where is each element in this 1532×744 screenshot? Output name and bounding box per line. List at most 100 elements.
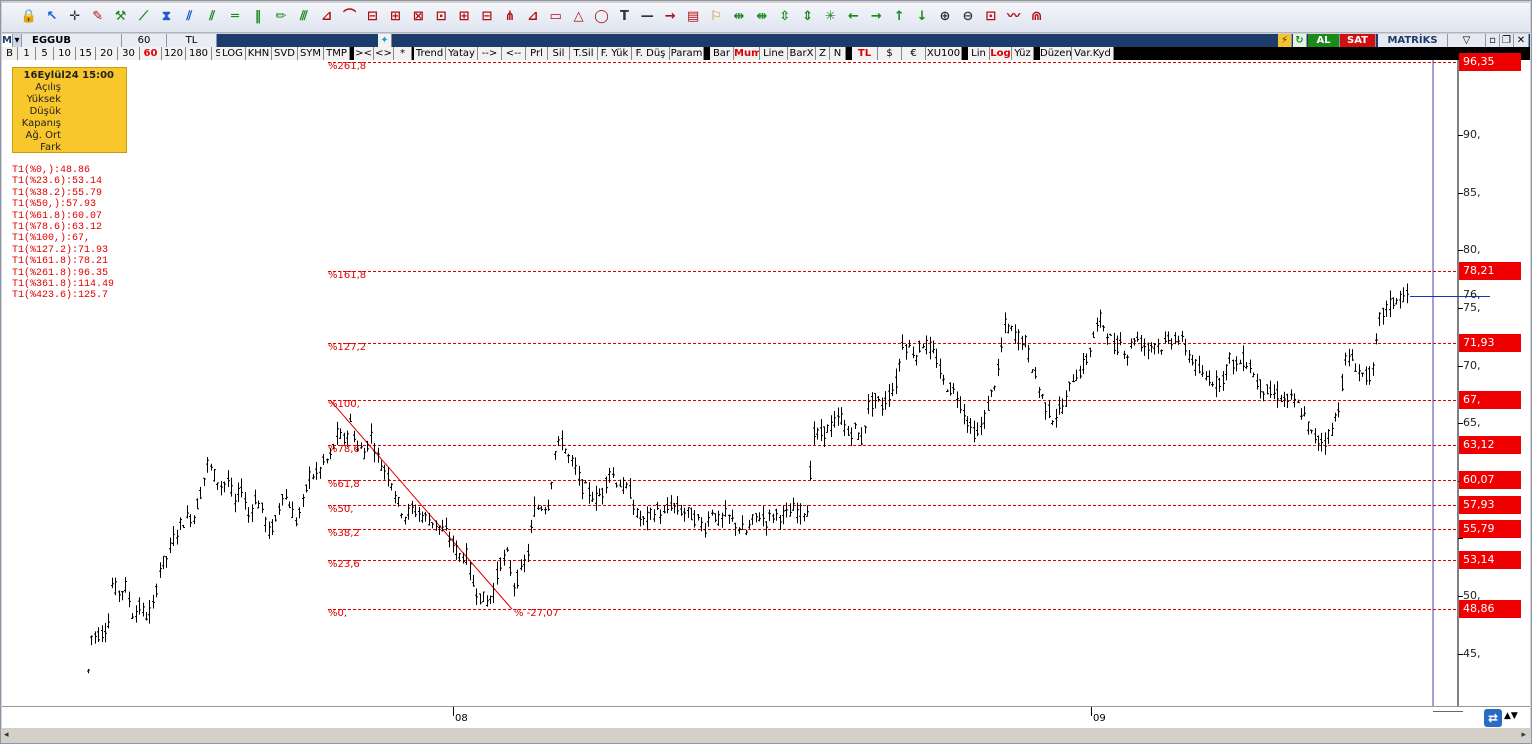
cycle-icon[interactable]: ⊟ <box>478 8 496 26</box>
crosshair-icon[interactable]: ✛ <box>66 8 84 26</box>
menu-chevron-icon[interactable]: ▾ <box>13 34 22 47</box>
period-120[interactable]: 120 <box>162 47 186 60</box>
lightning-icon[interactable]: ⚡ <box>1278 34 1292 47</box>
box-icon[interactable]: ▭ <box>547 8 565 26</box>
ellipse-icon[interactable]: ◯ <box>593 8 611 26</box>
chart-type-line[interactable]: Line <box>760 47 788 60</box>
arrow-icon[interactable]: → <box>661 8 679 26</box>
gann-icon[interactable]: ⊡ <box>432 8 450 26</box>
period-5[interactable]: 5 <box>36 47 54 60</box>
draw-icon[interactable]: ✎ <box>89 8 107 26</box>
period-b[interactable]: B <box>2 47 18 60</box>
channel2-icon[interactable]: ⫽ <box>203 8 221 26</box>
zoom-in-icon[interactable]: ⊕ <box>936 8 954 26</box>
option-khn[interactable]: KHN <box>246 47 272 60</box>
period-180[interactable]: 180 <box>186 47 212 60</box>
arrow-up-icon[interactable]: ↑ <box>890 8 908 26</box>
chart-type-n[interactable]: N <box>830 47 846 60</box>
draw-tool-8[interactable]: F. Düş <box>632 47 670 60</box>
expand-h-icon[interactable]: ⇼ <box>753 8 771 26</box>
scale-lin[interactable]: Lin <box>968 47 990 60</box>
pencil-icon[interactable]: ✏ <box>272 8 290 26</box>
scroll-right-icon[interactable]: ▸ <box>1521 730 1526 740</box>
draw-tool-3[interactable]: <-- <box>502 47 526 60</box>
scale-yüz[interactable]: Yüz <box>1012 47 1034 60</box>
horizontal-line-icon[interactable]: ═ <box>226 8 244 26</box>
period-15[interactable]: 15 <box>76 47 96 60</box>
option-tmp[interactable]: TMP <box>324 47 350 60</box>
extension-icon[interactable]: ⊞ <box>386 8 404 26</box>
restore-icon[interactable]: ❐ <box>1500 34 1514 47</box>
compress-v-icon[interactable]: ⇳ <box>776 8 794 26</box>
minimize-icon[interactable]: ▫ <box>1486 34 1500 47</box>
refresh-icon[interactable]: ↻ <box>1293 34 1307 47</box>
window-dropdown-icon[interactable]: ▽ <box>1448 34 1486 47</box>
triangle-icon[interactable]: △ <box>570 8 588 26</box>
period-60[interactable]: 60 <box>140 47 162 60</box>
trend-tool-icon[interactable]: ⟋ <box>135 8 153 26</box>
symbol-field[interactable]: EGGUB <box>22 34 122 47</box>
magnet-icon[interactable]: ⋒ <box>1028 8 1046 26</box>
period-1[interactable]: 1 <box>18 47 36 60</box>
period-30[interactable]: 30 <box>118 47 140 60</box>
chart-type-z[interactable]: Z <box>816 47 830 60</box>
fibo-tool-icon[interactable]: ⧗ <box>157 8 175 26</box>
period-20[interactable]: 20 <box>96 47 118 60</box>
draw-tool-4[interactable]: Prl <box>526 47 548 60</box>
option-svd[interactable]: SVD <box>272 47 298 60</box>
parallel-icon[interactable]: ⫻ <box>295 8 313 26</box>
nav-tool-1[interactable]: <> <box>374 47 394 60</box>
edit-1[interactable]: Var.Kyd <box>1072 47 1114 60</box>
option-sym[interactable]: SYM <box>298 47 324 60</box>
timezone-icon[interactable]: ⊠ <box>409 8 427 26</box>
chart-type-barx[interactable]: BarX <box>788 47 816 60</box>
text-icon[interactable]: T <box>615 8 633 26</box>
zoom-out-icon[interactable]: ⊖ <box>959 8 977 26</box>
draw-tool-9[interactable]: Param <box>670 47 704 60</box>
arc-icon[interactable]: ⌒ <box>341 8 359 26</box>
vertical-line-icon[interactable]: ‖ <box>249 8 267 26</box>
currency-2[interactable]: € <box>902 47 926 60</box>
arrow-right-icon[interactable]: → <box>867 8 885 26</box>
wave-icon[interactable]: 〰 <box>1005 8 1023 26</box>
star-icon[interactable]: ✳ <box>822 8 840 26</box>
fit-icon[interactable]: ⊡ <box>982 8 1000 26</box>
currency-3[interactable]: XU100 <box>926 47 962 60</box>
draw-tool-1[interactable]: Yatay <box>446 47 478 60</box>
sync-icon[interactable]: ⇄ <box>1484 709 1502 727</box>
draw-tool-7[interactable]: F. Yük <box>598 47 632 60</box>
share-icon[interactable]: ✦ <box>378 34 392 47</box>
arrow-down-icon[interactable]: ↓ <box>913 8 931 26</box>
scale-log[interactable]: Log <box>990 47 1012 60</box>
option-log[interactable]: LOG <box>220 47 246 60</box>
scroll-arrows-icon[interactable]: ▲▼ <box>1504 711 1518 723</box>
channel-icon[interactable]: ⫽ <box>180 8 198 26</box>
speedline-icon[interactable]: ⊿ <box>524 8 542 26</box>
sell-button[interactable]: SAT <box>1340 34 1376 47</box>
arrow-left-icon[interactable]: ← <box>844 8 862 26</box>
bell-icon[interactable]: ⚐ <box>707 8 725 26</box>
currency-1[interactable]: $ <box>878 47 902 60</box>
currency-0[interactable]: TL <box>852 47 878 60</box>
nav-tool-2[interactable]: * <box>394 47 412 60</box>
cursor-icon[interactable]: ↖ <box>43 8 61 26</box>
retracement-icon[interactable]: ⊟ <box>364 8 382 26</box>
close-icon[interactable]: ✕ <box>1514 34 1529 47</box>
chart-type-mum[interactable]: Mum <box>734 47 760 60</box>
hline-icon[interactable]: — <box>638 8 656 26</box>
lock-icon[interactable]: 🔒 <box>20 8 38 26</box>
regression-icon[interactable]: ⊞ <box>455 8 473 26</box>
scroll-left-icon[interactable]: ◂ <box>4 730 9 740</box>
scroll-handle[interactable] <box>1433 705 1463 712</box>
currency-field[interactable]: TL <box>167 34 217 47</box>
compress-h-icon[interactable]: ⇹ <box>730 8 748 26</box>
edit-0[interactable]: Düzen <box>1040 47 1072 60</box>
note-icon[interactable]: ▤ <box>684 8 702 26</box>
period-field[interactable]: 60 <box>122 34 167 47</box>
buy-button[interactable]: AL <box>1308 34 1340 47</box>
draw-tool-2[interactable]: --> <box>478 47 502 60</box>
nav-tool-0[interactable]: >< <box>354 47 374 60</box>
period-10[interactable]: 10 <box>54 47 76 60</box>
menu-button[interactable]: M <box>2 34 13 47</box>
chart-type-bar[interactable]: Bar <box>710 47 734 60</box>
